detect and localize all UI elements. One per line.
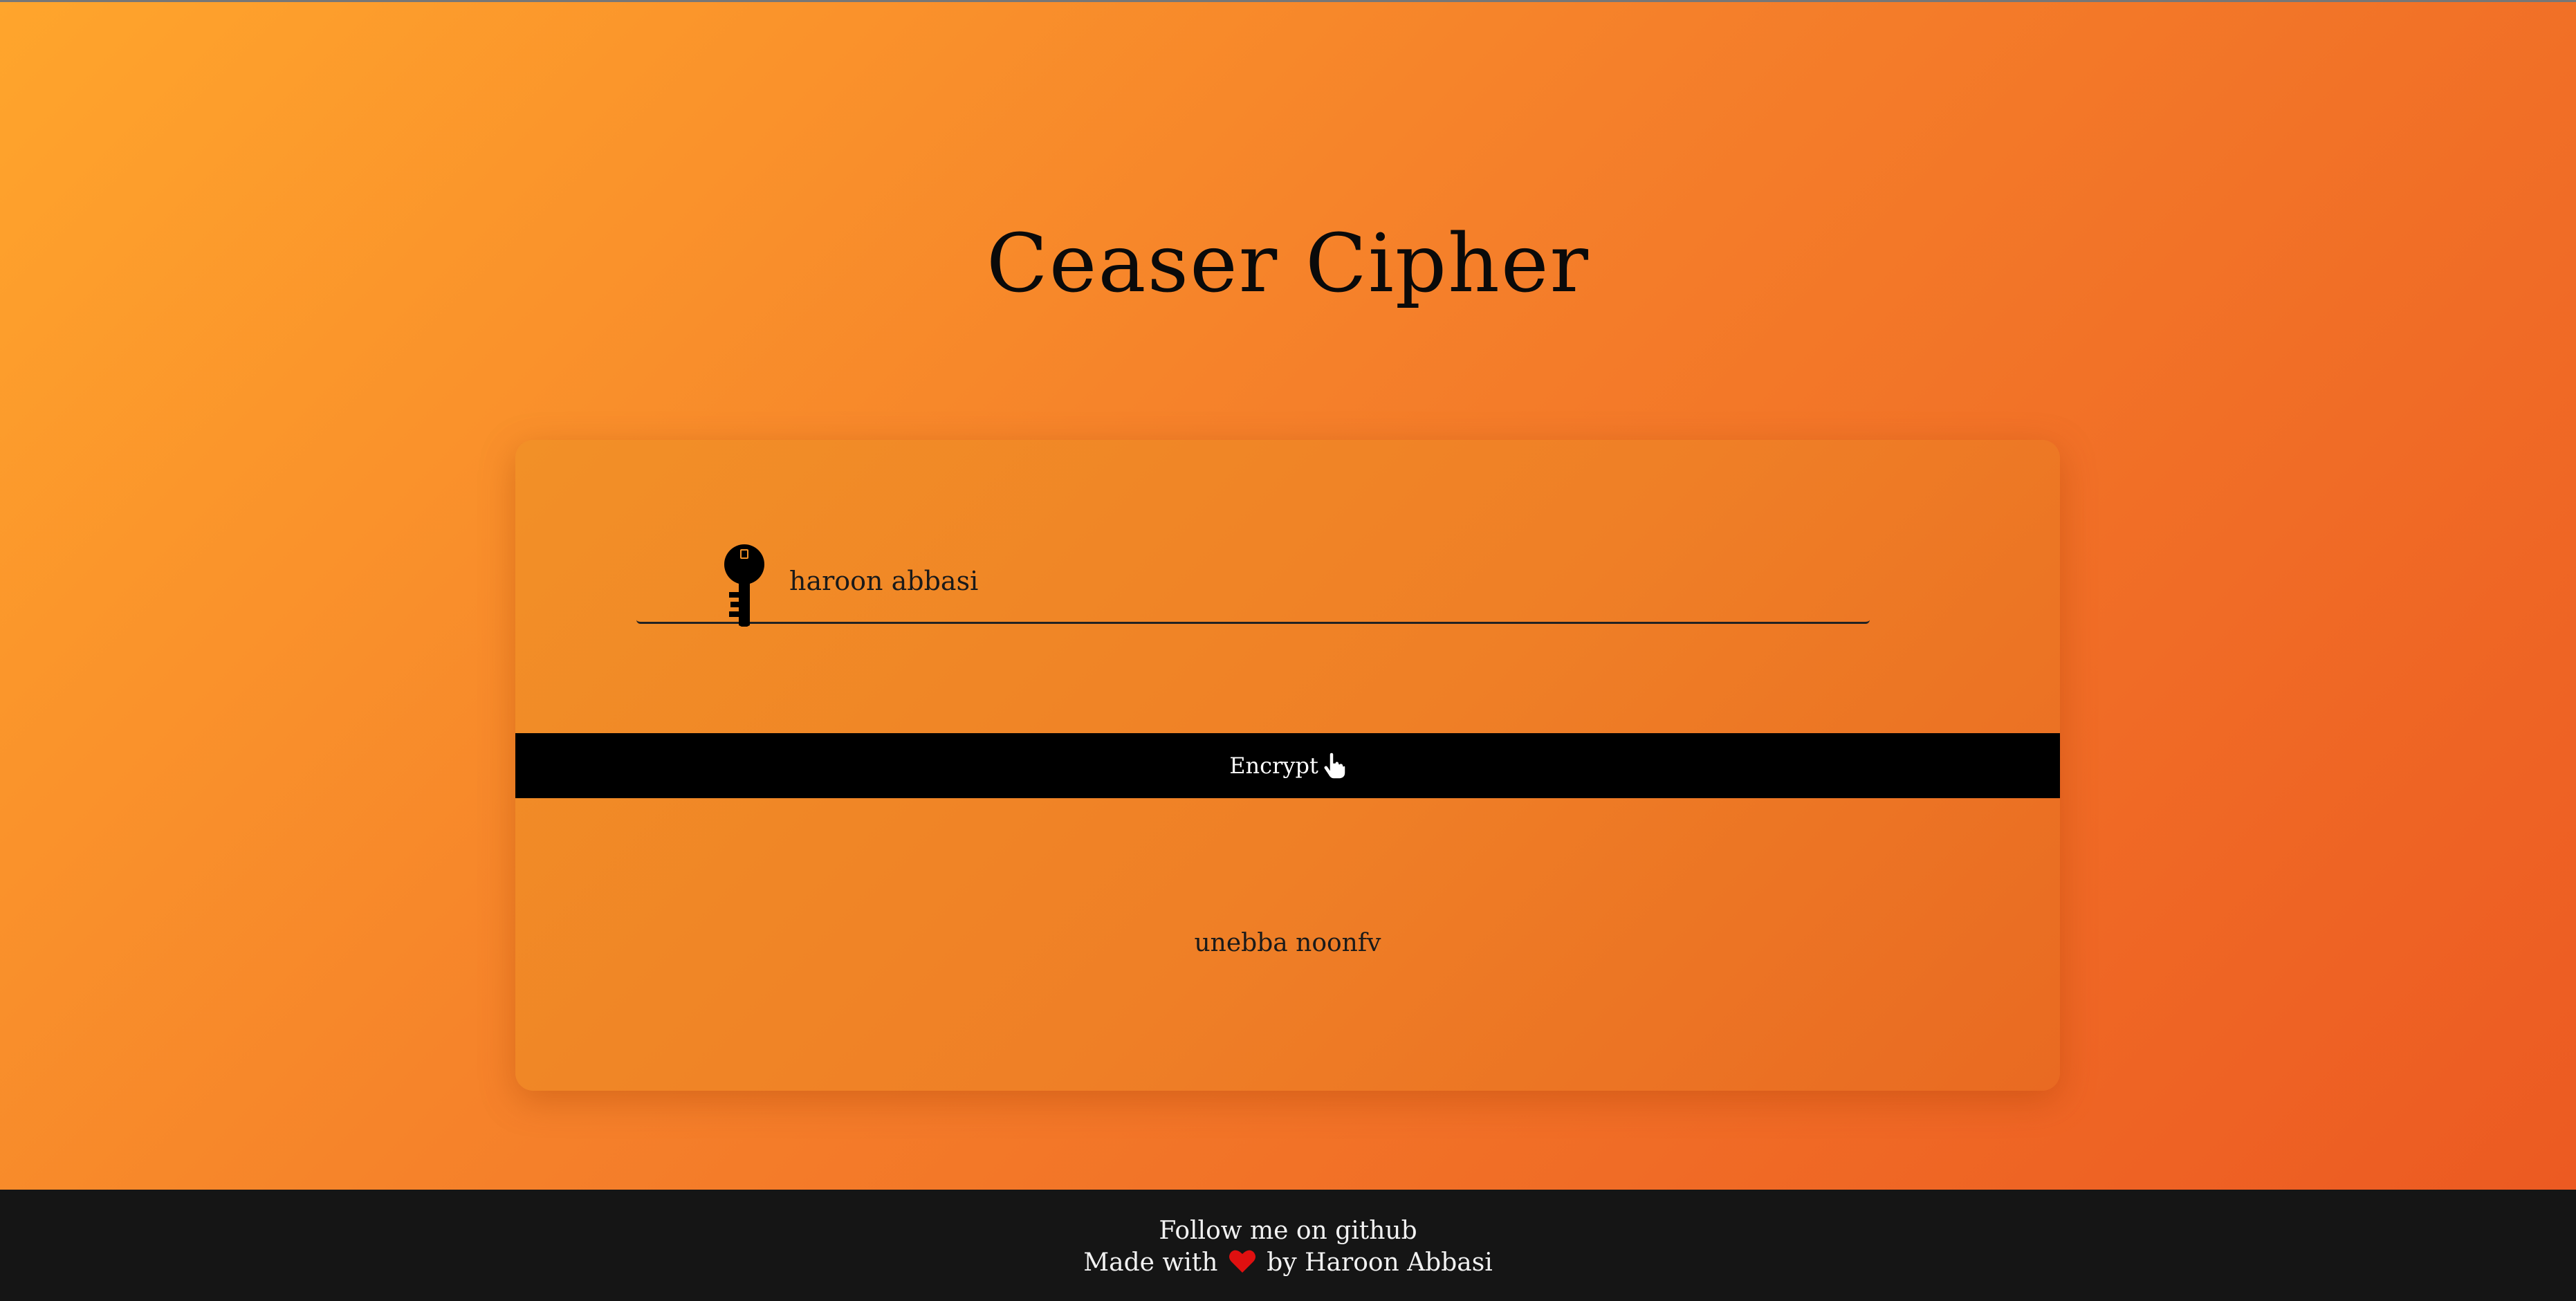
- key-text-input[interactable]: [789, 559, 1827, 603]
- encrypt-button[interactable]: Encrypt: [515, 733, 2060, 798]
- pointer-hand-icon: [1323, 752, 1346, 779]
- page-title: Ceaser Cipher: [986, 217, 1590, 311]
- page-background: Ceaser Cipher Encrypt unebba noonfv: [0, 0, 2576, 1190]
- cipher-card: Encrypt unebba noonfv: [515, 440, 2060, 1091]
- github-link[interactable]: Follow me on github: [1159, 1217, 1417, 1245]
- footer: Follow me on github Made with by Haroon …: [0, 1190, 2576, 1301]
- made-with-text: Made with: [1083, 1248, 1218, 1277]
- key-icon: [724, 544, 764, 627]
- author-text: by Haroon Abbasi: [1267, 1248, 1493, 1277]
- encrypted-output: unebba noonfv: [1194, 929, 1381, 957]
- made-with-line: Made with by Haroon Abbasi: [0, 1247, 2576, 1279]
- key-input-row: [636, 544, 1870, 627]
- heart-icon: [1229, 1250, 1255, 1273]
- encrypt-button-label: Encrypt: [1229, 753, 1318, 779]
